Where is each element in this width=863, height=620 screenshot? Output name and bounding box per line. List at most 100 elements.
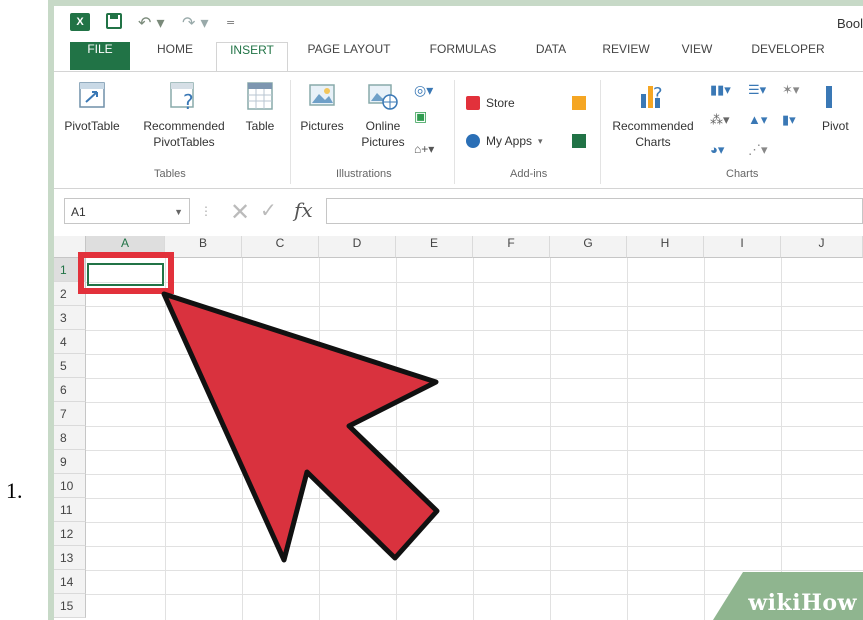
group-separator bbox=[600, 80, 601, 184]
formula-bar: A1 ▼ ⋮ ✕ ✓ fx bbox=[54, 196, 863, 228]
tab-view[interactable]: VIEW bbox=[672, 42, 722, 70]
pictures-label: Pictures bbox=[300, 119, 344, 133]
my-apps-icon bbox=[466, 134, 480, 148]
tab-page-layout[interactable]: PAGE LAYOUT bbox=[298, 42, 400, 70]
insert-function-icon[interactable]: fx bbox=[294, 198, 313, 222]
hierarchy-chart-icon: ✶▾ bbox=[782, 82, 800, 97]
pivottable-button[interactable]: PivotTable bbox=[60, 80, 124, 134]
tab-developer[interactable]: DEVELOPER bbox=[738, 42, 838, 70]
title-bar: X ↶ ▾ ↷ ▾ = Bool bbox=[54, 6, 863, 40]
bar-chart-icon: ☰▾ bbox=[748, 82, 767, 97]
scatter-chart-button[interactable]: ⁂▾ bbox=[710, 112, 730, 128]
tab-data[interactable]: DATA bbox=[526, 42, 576, 70]
screenshot-frame: X ↶ ▾ ↷ ▾ = Bool FILE HOME INSERT PAGE L… bbox=[48, 0, 863, 620]
tab-formulas[interactable]: FORMULAS bbox=[418, 42, 508, 70]
bar-chart-button[interactable]: ☰▾ bbox=[748, 82, 766, 98]
store-label: Store bbox=[486, 96, 515, 110]
power-view-button[interactable] bbox=[572, 134, 592, 148]
screenshot-button[interactable]: ⌂+▾ bbox=[414, 142, 434, 156]
pivotchart-icon bbox=[822, 80, 842, 112]
illustrations-group-label: Illustrations bbox=[336, 168, 392, 180]
bing-maps-button[interactable] bbox=[572, 96, 592, 110]
pie-chart-button[interactable]: ◕▾ bbox=[710, 142, 724, 158]
recommended-pivottables-button[interactable]: ? Recommended PivotTables bbox=[132, 80, 236, 150]
name-box[interactable]: A1 ▼ bbox=[64, 198, 190, 224]
smartart-icon: ▣ bbox=[414, 108, 428, 124]
recommended-charts-label-2: Charts bbox=[635, 135, 671, 149]
undo-icon[interactable]: ↶ ▾ bbox=[138, 13, 165, 32]
excel-logo-icon: X bbox=[70, 13, 90, 31]
name-box-value: A1 bbox=[71, 205, 86, 219]
store-icon bbox=[466, 96, 480, 110]
column-chart-icon: ▮▮▾ bbox=[710, 82, 731, 97]
watermark-wiki: wiki bbox=[748, 590, 802, 616]
tab-review[interactable]: REVIEW bbox=[594, 42, 658, 70]
watermark-text: wikiHow bbox=[748, 590, 857, 616]
online-pictures-label-1: Online bbox=[365, 119, 401, 133]
bing-icon bbox=[572, 96, 586, 110]
scatter-chart-icon: ⁂▾ bbox=[710, 112, 730, 127]
online-pictures-icon bbox=[368, 80, 398, 112]
table-button[interactable]: Table bbox=[240, 80, 280, 134]
tables-group-label: Tables bbox=[154, 168, 186, 180]
area-chart-icon: ▲▾ bbox=[748, 112, 768, 127]
store-button[interactable]: Store bbox=[466, 96, 515, 110]
pivotchart-button[interactable]: Pivot bbox=[822, 80, 862, 134]
spreadsheet-grid: A B C D E F G H I J 1 2 3 4 5 6 7 8 9 10… bbox=[54, 236, 863, 620]
pointer-arrow-icon bbox=[161, 291, 440, 563]
pictures-button[interactable]: Pictures bbox=[294, 80, 350, 134]
screenshot-icon: ⌂+▾ bbox=[414, 142, 435, 156]
redo-icon[interactable]: ↷ ▾ bbox=[182, 13, 209, 32]
recommended-pivottables-label-2: PivotTables bbox=[153, 135, 215, 149]
addins-group-label: Add-ins bbox=[510, 168, 548, 180]
resize-handle-icon[interactable]: ⋮ bbox=[200, 204, 212, 218]
group-separator bbox=[290, 80, 291, 184]
pivottable-icon bbox=[77, 80, 107, 112]
power-view-icon bbox=[572, 134, 586, 148]
online-pictures-button[interactable]: Online Pictures bbox=[354, 80, 412, 150]
enter-icon[interactable]: ✓ bbox=[260, 198, 277, 222]
line-chart-button[interactable]: ⋰▾ bbox=[748, 142, 768, 158]
chevron-down-icon[interactable]: ▼ bbox=[174, 199, 183, 225]
my-apps-button[interactable]: My Apps ▾ bbox=[466, 134, 543, 148]
pivotchart-label: Pivot bbox=[822, 119, 849, 133]
recommended-charts-icon: ? bbox=[638, 80, 668, 112]
customize-qat-icon[interactable]: = bbox=[226, 16, 235, 29]
tab-home[interactable]: HOME bbox=[144, 42, 206, 70]
pivottable-label: PivotTable bbox=[64, 119, 120, 133]
recommended-charts-label-1: Recommended bbox=[612, 119, 694, 133]
watermark-how: How bbox=[801, 590, 857, 616]
formula-input[interactable] bbox=[326, 198, 863, 224]
column-chart-button[interactable]: ▮▮▾ bbox=[710, 82, 731, 98]
tab-file[interactable]: FILE bbox=[70, 42, 130, 70]
hierarchy-chart-button[interactable]: ✶▾ bbox=[782, 82, 799, 98]
table-icon bbox=[245, 80, 275, 112]
svg-text:?: ? bbox=[183, 90, 194, 112]
recommended-pivottables-icon: ? bbox=[169, 80, 199, 114]
shapes-button[interactable]: ◎▾ bbox=[414, 82, 433, 99]
recommended-charts-button[interactable]: ? Recommended Charts bbox=[606, 80, 700, 150]
my-apps-label: My Apps bbox=[486, 134, 533, 148]
area-chart-button[interactable]: ▲▾ bbox=[748, 112, 767, 128]
pie-chart-icon: ◕▾ bbox=[710, 142, 725, 157]
save-icon[interactable] bbox=[106, 13, 122, 29]
online-pictures-label-2: Pictures bbox=[361, 135, 405, 149]
shapes-icon: ◎▾ bbox=[414, 82, 434, 98]
tab-insert[interactable]: INSERT bbox=[216, 42, 288, 73]
combo-chart-icon: ▮▾ bbox=[782, 112, 796, 127]
document-title: Bool bbox=[836, 16, 863, 31]
chevron-down-icon: ▾ bbox=[538, 135, 543, 146]
combo-chart-button[interactable]: ▮▾ bbox=[782, 112, 796, 128]
line-chart-icon: ⋰▾ bbox=[748, 142, 768, 157]
smartart-button[interactable]: ▣ bbox=[414, 108, 427, 125]
insert-ribbon: PivotTable ? Recommended PivotTables Tab… bbox=[54, 72, 863, 189]
recommended-pivottables-label-1: Recommended bbox=[143, 119, 225, 133]
ribbon-tabs: FILE HOME INSERT PAGE LAYOUT FORMULAS DA… bbox=[54, 42, 863, 73]
table-label: Table bbox=[245, 119, 275, 133]
group-separator bbox=[454, 80, 455, 184]
svg-text:?: ? bbox=[653, 84, 663, 105]
pictures-icon bbox=[307, 80, 337, 112]
cancel-icon[interactable]: ✕ bbox=[230, 198, 250, 226]
excel-window: X ↶ ▾ ↷ ▾ = Bool FILE HOME INSERT PAGE L… bbox=[54, 6, 863, 620]
wikihow-watermark: wikiHow bbox=[713, 572, 863, 620]
